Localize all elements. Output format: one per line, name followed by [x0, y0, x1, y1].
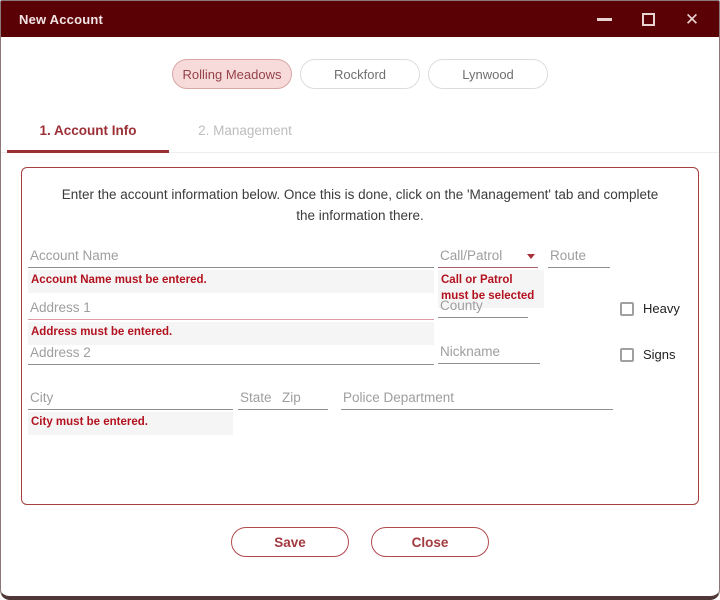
- city-input[interactable]: [28, 388, 233, 410]
- county-input[interactable]: [438, 296, 528, 318]
- account-name-error: Account Name must be entered.: [28, 270, 434, 293]
- minimize-icon: [597, 18, 612, 21]
- police-department-field: [341, 388, 613, 410]
- location-button-rockford[interactable]: Rockford: [300, 59, 420, 89]
- location-selector: Rolling Meadows Rockford Lynwood: [1, 59, 719, 89]
- heavy-checkbox[interactable]: Heavy: [620, 301, 680, 316]
- signs-checkbox-label: Signs: [643, 347, 676, 362]
- county-field: [438, 296, 528, 318]
- address2-field: [28, 343, 434, 365]
- police-department-input[interactable]: [341, 388, 613, 410]
- heavy-checkbox-box[interactable]: [620, 302, 634, 316]
- account-name-input[interactable]: [28, 246, 434, 268]
- close-dialog-button[interactable]: Close: [371, 527, 489, 557]
- location-button-rolling-meadows[interactable]: Rolling Meadows: [172, 59, 292, 89]
- nickname-field: [438, 342, 540, 364]
- location-button-lynwood[interactable]: Lynwood: [428, 59, 548, 89]
- zip-field: [280, 388, 328, 410]
- window-controls: ✕: [595, 10, 701, 28]
- tab-account-info[interactable]: 1. Account Info: [7, 109, 169, 152]
- maximize-icon: [642, 13, 655, 26]
- address1-error: Address must be entered.: [28, 322, 434, 345]
- state-input[interactable]: [238, 388, 284, 410]
- call-patrol-field: [438, 246, 538, 268]
- address2-input[interactable]: [28, 343, 434, 365]
- tab-bar: 1. Account Info 2. Management: [1, 109, 719, 153]
- tab-management[interactable]: 2. Management: [169, 109, 321, 152]
- action-buttons: Save Close: [1, 527, 719, 557]
- close-button[interactable]: ✕: [683, 10, 701, 28]
- minimize-button[interactable]: [595, 10, 613, 28]
- heavy-checkbox-label: Heavy: [643, 301, 680, 316]
- window-title: New Account: [19, 12, 103, 27]
- nickname-input[interactable]: [438, 342, 540, 364]
- titlebar: New Account ✕: [1, 1, 719, 37]
- instruction-text: Enter the account information below. Onc…: [22, 168, 698, 227]
- address1-field: [28, 298, 434, 320]
- maximize-button[interactable]: [639, 10, 657, 28]
- signs-checkbox[interactable]: Signs: [620, 347, 676, 362]
- address1-input[interactable]: [28, 298, 434, 320]
- save-button[interactable]: Save: [231, 527, 349, 557]
- city-error: City must be entered.: [28, 412, 233, 435]
- city-field: [28, 388, 233, 410]
- zip-input[interactable]: [280, 388, 328, 410]
- account-name-field: [28, 246, 434, 268]
- call-patrol-dropdown[interactable]: [438, 246, 538, 268]
- account-info-panel: Enter the account information below. Onc…: [21, 167, 699, 505]
- state-field: [238, 388, 284, 410]
- dropdown-caret-icon[interactable]: [527, 254, 535, 259]
- signs-checkbox-box[interactable]: [620, 348, 634, 362]
- close-icon: ✕: [685, 11, 699, 28]
- route-input[interactable]: [548, 246, 610, 268]
- new-account-window: New Account ✕ Rolling Meadows Rockford L…: [0, 0, 720, 600]
- route-field: [548, 246, 610, 268]
